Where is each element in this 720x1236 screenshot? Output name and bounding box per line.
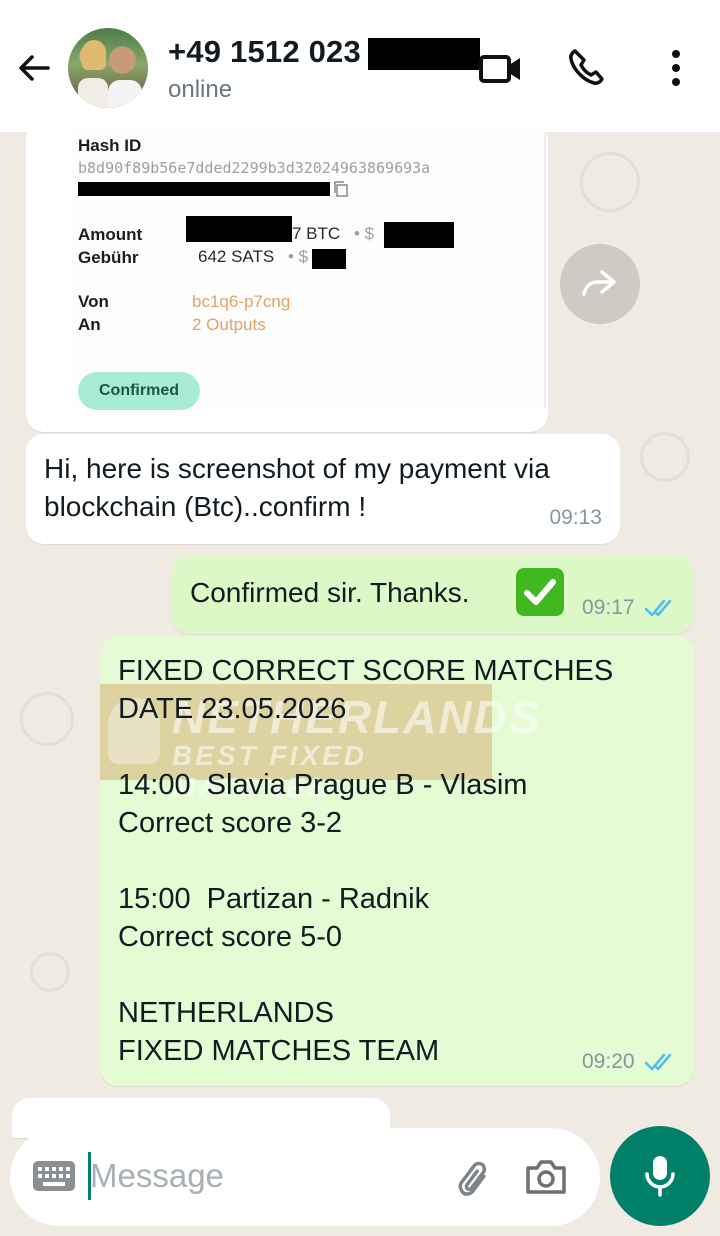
microphone-icon [645,1156,675,1197]
fee-value: 642 SATS [198,247,275,266]
outgoing-message[interactable]: Confirmed sir. Thanks. 09:17 [172,556,694,634]
check-mark-emoji-icon [516,568,564,616]
message-composer [10,1128,600,1226]
voice-message-button[interactable] [610,1126,710,1226]
contact-avatar[interactable] [68,28,148,108]
incoming-message[interactable]: NETHERLANDS BEST FIXED MATCHES FIXED COR… [100,636,694,1086]
confirmed-status-pill: Confirmed [78,372,200,410]
attach-paperclip-icon[interactable] [450,1154,494,1202]
fee-fiat-prefix: • $ [288,247,309,266]
video-call-icon[interactable] [478,48,524,88]
from-label: Von [78,292,109,311]
redaction-bar [78,182,330,196]
amount-label: Amount [78,225,143,244]
voice-call-icon[interactable] [566,46,610,90]
image-message[interactable]: Hash ID b8d90f89b56e7dded2299b3d32024963… [26,132,548,432]
hash-value: b8d90f89b56e7dded2299b3d32024963869693a [78,159,431,177]
from-address: bc1q6-p7cng [192,292,291,311]
wallpaper-doodle [20,692,74,746]
message-time: 09:20 [582,1050,635,1073]
redaction-bar [368,38,480,70]
to-label: An [78,315,101,334]
incoming-message[interactable]: Hi, here is screenshot of my payment via… [26,434,620,544]
message-text: Hi, here is screenshot of my payment via… [44,453,558,522]
contact-status: online [168,76,233,103]
message-time: 09:17 [582,596,635,619]
chat-header: +49 1512 023 online [0,0,720,132]
redaction-bar [384,222,454,248]
copy-icon [334,181,348,197]
wallpaper-doodle [30,952,70,992]
keyboard-icon[interactable] [32,1160,76,1192]
message-input[interactable] [90,1150,430,1202]
camera-icon[interactable] [524,1154,568,1198]
redaction-bar [186,216,292,242]
wallpaper-doodle [580,152,640,212]
message-text: Confirmed sir. Thanks. [190,577,470,608]
forward-icon [582,270,616,296]
back-arrow-icon[interactable] [14,48,54,88]
more-options-icon[interactable] [660,46,692,90]
message-time: 09:13 [549,506,602,529]
wallpaper-doodle [640,432,690,482]
contact-name[interactable]: +49 1512 023 [168,34,361,70]
fee-label: Gebühr [78,248,139,267]
forward-button[interactable] [560,244,640,324]
amount-unit: 7 BTC [292,224,341,243]
message-text: FIXED CORRECT SCORE MATCHES DATE 23.05.2… [118,655,614,1067]
read-ticks-icon [644,599,672,617]
to-outputs: 2 Outputs [192,315,266,334]
chat-area[interactable]: Hash ID b8d90f89b56e7dded2299b3d32024963… [0,132,720,1236]
amount-fiat-prefix: • $ [354,224,375,243]
read-ticks-icon [644,1053,672,1071]
hash-label: Hash ID [78,136,142,155]
payment-screenshot: Hash ID b8d90f89b56e7dded2299b3d32024963… [72,132,546,410]
redaction-bar [312,249,346,269]
